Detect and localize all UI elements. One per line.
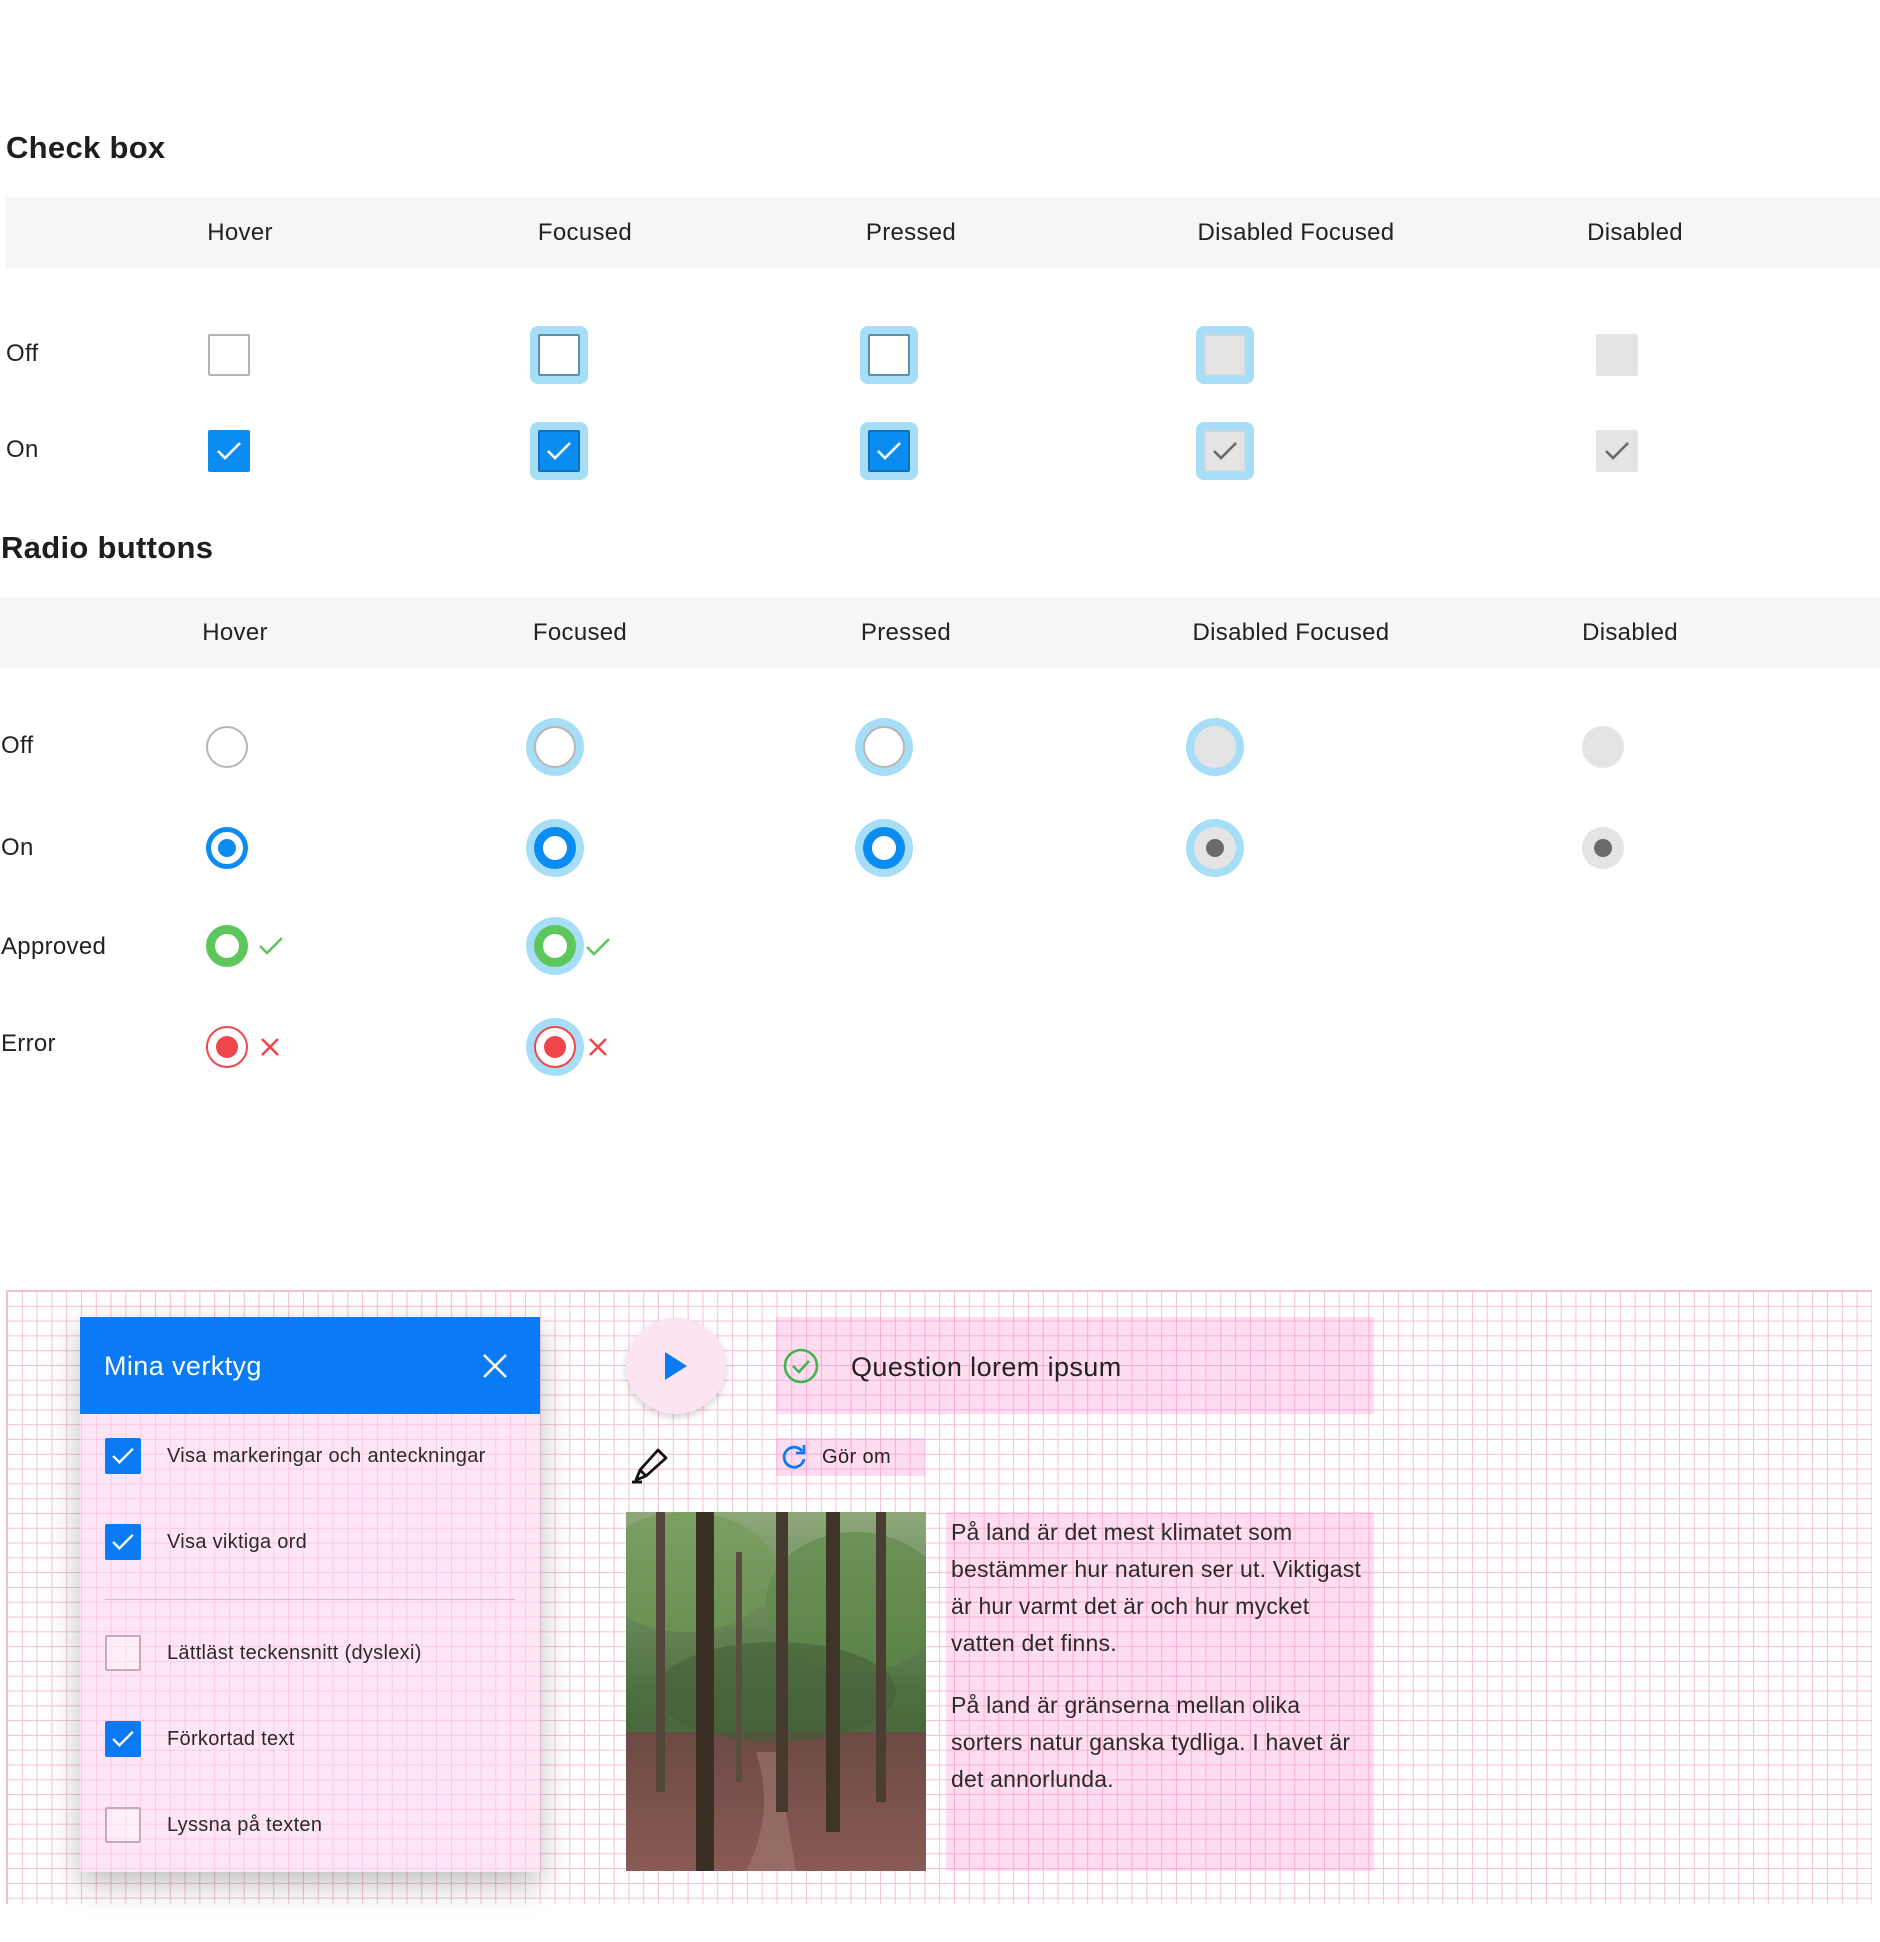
radio-on-hover[interactable] (206, 827, 248, 869)
row-label-off: Off (1, 732, 34, 759)
article-paragraph: På land är gränserna mellan olika sorter… (951, 1692, 1351, 1792)
column-hover: Hover (207, 219, 273, 246)
tools-panel-header: Mina verktyg (80, 1317, 540, 1414)
checkbox-on-disabled-focused (1196, 422, 1254, 480)
forest-image (626, 1512, 926, 1871)
checkmark-icon (112, 1533, 134, 1550)
question-text: Question lorem ipsum (851, 1352, 1122, 1382)
radio-on-pressed[interactable] (855, 819, 913, 877)
error-x-icon (589, 1038, 607, 1056)
row-label-off: Off (6, 340, 39, 367)
checkbox-off-pressed[interactable] (860, 326, 918, 384)
checkmark-icon (547, 442, 571, 460)
close-icon[interactable] (482, 1353, 508, 1379)
radio-header-row: Hover Focused Pressed Disabled Focused D… (0, 597, 1880, 668)
checkbox-on-hover[interactable] (208, 430, 250, 472)
radio-approved-hover[interactable] (206, 925, 248, 967)
column-pressed: Pressed (860, 619, 952, 646)
row-label-on: On (1, 834, 34, 861)
radio-error-focused[interactable] (526, 1018, 584, 1076)
checkmark-icon (112, 1730, 134, 1747)
tool-item-dyslexia-font[interactable]: Lättläst teckensnitt (dyslexi) (105, 1633, 422, 1673)
checkbox-header-row: Hover Focused Pressed Disabled Focused D… (6, 197, 1880, 268)
error-x-icon (261, 1038, 279, 1056)
article-text: På land är det mest klimatet som bestämm… (951, 1514, 1371, 1798)
tool-item-label: Lättläst teckensnitt (dyslexi) (167, 1641, 422, 1664)
checkbox[interactable] (105, 1807, 141, 1843)
column-focused: Focused (532, 619, 628, 646)
column-disabled-focused: Disabled Focused (1192, 619, 1390, 646)
radio-section-title: Radio buttons (1, 530, 214, 565)
radio-approved-focused[interactable] (526, 917, 584, 975)
article-paragraph: På land är det mest klimatet som bestämm… (951, 1519, 1362, 1656)
radio-off-disabled-focused (1186, 718, 1244, 776)
tools-panel-title: Mina verktyg (104, 1351, 262, 1381)
play-button[interactable] (626, 1318, 726, 1414)
column-disabled: Disabled (1587, 219, 1683, 246)
redo-button[interactable]: Gör om (780, 1440, 891, 1474)
radio-off-focused[interactable] (526, 718, 584, 776)
checkbox-off-focused[interactable] (530, 326, 588, 384)
tool-item-label: Visa viktiga ord (167, 1530, 308, 1553)
tools-panel: Mina verktyg Visa markeringar och anteck… (80, 1317, 540, 1872)
checkmark-icon (877, 442, 901, 460)
checkmark-icon (112, 1447, 134, 1464)
row-label-error: Error (1, 1030, 56, 1057)
radio-off-hover[interactable] (206, 726, 248, 768)
checkbox[interactable] (105, 1635, 141, 1671)
row-label-on: On (6, 436, 39, 463)
redo-icon (782, 1445, 806, 1469)
checkbox-off-hover[interactable] (208, 334, 250, 376)
column-hover: Hover (202, 619, 268, 646)
radio-on-focused[interactable] (526, 819, 584, 877)
checkmark-icon (1213, 442, 1237, 460)
checkbox-off-disabled-focused (1196, 326, 1254, 384)
tool-item-label: Visa markeringar och anteckningar (167, 1444, 486, 1467)
checkbox-on-focused[interactable] (530, 422, 588, 480)
checkbox-off-disabled (1596, 334, 1638, 376)
column-disabled-focused: Disabled Focused (1197, 219, 1395, 246)
checkbox-on-disabled (1596, 430, 1638, 472)
tool-item-listen[interactable]: Lyssna på texten (105, 1805, 322, 1845)
checkbox[interactable] (105, 1524, 141, 1560)
checkbox-section-title: Check box (6, 130, 166, 165)
checkbox-on-pressed[interactable] (860, 422, 918, 480)
divider (105, 1599, 515, 1600)
approved-check-icon (259, 937, 283, 955)
checkmark-icon (217, 442, 241, 460)
row-label-approved: Approved (1, 933, 107, 960)
column-pressed: Pressed (865, 219, 957, 246)
column-disabled: Disabled (1582, 619, 1678, 646)
play-icon (665, 1352, 687, 1380)
column-focused: Focused (537, 219, 633, 246)
checkbox[interactable] (105, 1438, 141, 1474)
check-circle-icon (783, 1348, 819, 1384)
tool-item-label: Förkortad text (167, 1727, 295, 1750)
radio-on-disabled (1582, 827, 1624, 869)
radio-error-hover[interactable] (206, 1026, 248, 1068)
radio-on-disabled-focused (1186, 819, 1244, 877)
checkbox[interactable] (105, 1721, 141, 1757)
tool-item-label: Lyssna på texten (167, 1813, 323, 1836)
tool-item-important-words[interactable]: Visa viktiga ord (105, 1522, 307, 1562)
checkmark-icon (1605, 442, 1629, 460)
redo-label: Gör om (822, 1445, 892, 1468)
radio-off-disabled (1582, 726, 1624, 768)
approved-check-icon (586, 938, 610, 956)
radio-off-pressed[interactable] (855, 718, 913, 776)
highlighter-icon[interactable] (630, 1442, 674, 1486)
tool-item-markings[interactable]: Visa markeringar och anteckningar (105, 1436, 486, 1476)
tool-item-short-text[interactable]: Förkortad text (105, 1719, 295, 1759)
